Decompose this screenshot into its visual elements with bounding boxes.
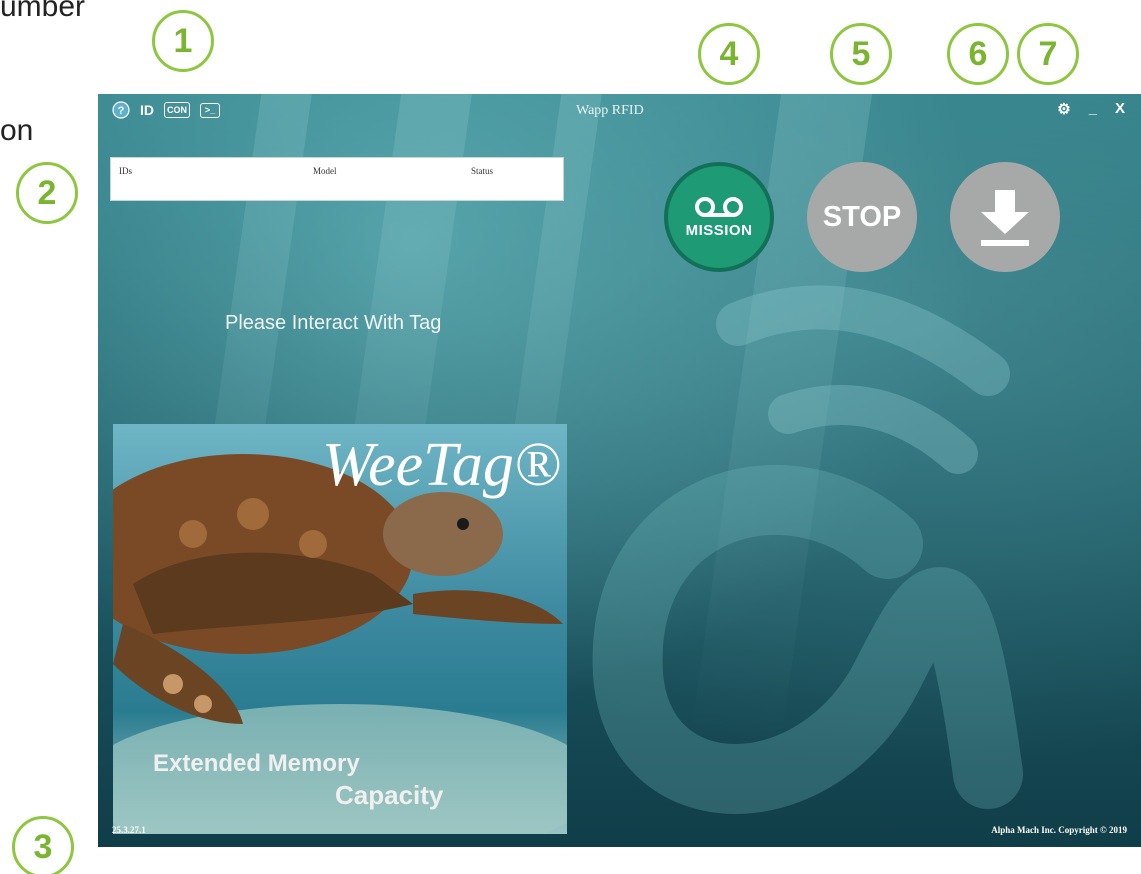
window-title: Wapp RFID [576, 103, 644, 118]
mission-label: MISSION [685, 221, 753, 239]
interact-prompt: Please Interact With Tag [225, 312, 442, 334]
svg-text:?: ? [118, 105, 125, 117]
mission-button[interactable]: MISSION [664, 162, 774, 272]
settings-gear-icon[interactable]: ⚙ [1057, 100, 1070, 118]
alpha-watermark-icon [592, 285, 1023, 814]
callout-7: 7 [1017, 23, 1079, 85]
download-button[interactable] [950, 162, 1060, 272]
close-button[interactable]: X [1115, 100, 1125, 118]
callout-3: 3 [12, 816, 74, 874]
app-window: ? ID CON >_ Wapp RFID ⚙ _ X IDs Model St… [98, 94, 1141, 847]
doc-text-top: umber [0, 0, 86, 23]
promo-brand: WeeTag® [322, 431, 561, 499]
promo-tagline-2: Capacity [335, 780, 444, 810]
copyright-text: Alpha Mach Inc. Copyright © 2019 [991, 825, 1127, 835]
callout-2: 2 [16, 162, 78, 224]
id-button[interactable]: ID [140, 100, 154, 120]
download-icon [981, 190, 1029, 246]
callout-5: 5 [830, 23, 892, 85]
tag-id-table[interactable]: IDs Model Status [110, 157, 564, 201]
cassette-icon [695, 196, 743, 217]
minimize-button[interactable]: _ [1089, 100, 1097, 118]
weetag-promo-image: WeeTag® Extended Memory Capacity [113, 424, 567, 834]
callout-4: 4 [698, 23, 760, 85]
column-header-model: Model [313, 166, 337, 176]
callout-6: 6 [947, 23, 1009, 85]
title-bar: ? ID CON >_ Wapp RFID ⚙ _ X [98, 94, 1141, 126]
doc-text-mid: on [0, 114, 34, 147]
column-header-status: Status [471, 166, 494, 176]
column-header-ids: IDs [119, 166, 132, 176]
stop-button[interactable]: STOP [807, 162, 917, 272]
help-icon[interactable]: ? [112, 100, 130, 120]
con-button[interactable]: CON [164, 102, 190, 118]
terminal-icon[interactable]: >_ [200, 102, 220, 118]
stop-label: STOP [822, 200, 902, 233]
promo-tagline-1: Extended Memory [153, 750, 360, 777]
callout-1: 1 [152, 10, 214, 72]
version-number: 25.3.27.1 [112, 825, 146, 835]
